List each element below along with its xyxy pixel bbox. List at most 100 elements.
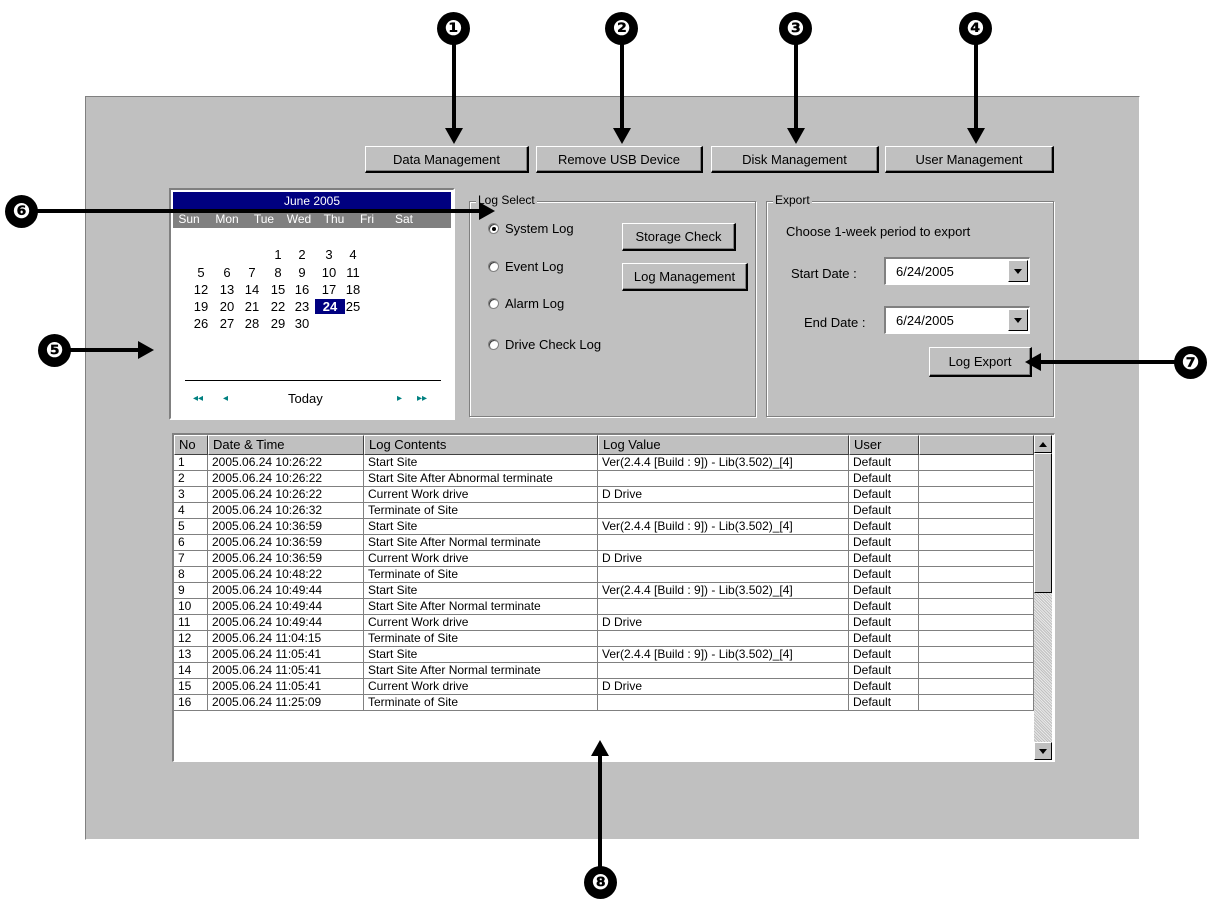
column-header-blank[interactable] [919,435,1034,455]
table-row[interactable]: 6 2005.06.24 10:36:59 Start Site After Nor… [174,535,1034,551]
callout-arrowhead-3 [787,128,805,144]
calendar-day[interactable]: 25 [342,299,364,314]
user-management-button[interactable]: User Management [885,146,1054,173]
table-row[interactable]: 1 2005.06.24 10:26:22 Start Site Ver(2.4.4 … [174,455,1034,471]
table-cell: Default [849,695,919,711]
log-table[interactable]: No Date & Time Log Contents Log Value User 1… [172,433,1055,762]
table-row[interactable]: 8 2005.06.24 10:48:22 Terminate of Site Def… [174,567,1034,583]
chevron-up-icon [1039,441,1047,447]
radio-button-icon[interactable] [488,298,499,309]
calendar-day[interactable]: 15 [267,282,289,297]
table-cell: Default [849,679,919,695]
vertical-scrollbar[interactable] [1034,435,1052,760]
calendar-day[interactable]: 6 [216,265,238,280]
table-cell: 2005.06.24 10:49:44 [208,615,364,631]
table-cell: D Drive [598,679,849,695]
table-cell: Default [849,551,919,567]
radio-button-icon[interactable] [488,339,499,350]
table-cell: 2005.06.24 10:48:22 [208,567,364,583]
column-header-date-time[interactable]: Date & Time [208,435,364,455]
calendar-day[interactable]: 9 [291,265,313,280]
callout-arrow-1 [452,44,456,130]
start-date-field[interactable]: 6/24/2005 [884,257,1030,285]
data-management-button[interactable]: Data Management [365,146,529,173]
remove-usb-device-button[interactable]: Remove USB Device [536,146,703,173]
weekday-tue: Tue [253,212,275,226]
column-header-no[interactable]: No [174,435,208,455]
table-row[interactable]: 3 2005.06.24 10:26:22 Current Work drive D … [174,487,1034,503]
column-header-log-contents[interactable]: Log Contents [364,435,598,455]
radio-system-log[interactable]: System Log [488,221,574,236]
callout-arrowhead-6 [479,202,495,220]
calendar-day[interactable]: 13 [216,282,238,297]
calendar-day[interactable]: 29 [267,316,289,331]
storage-check-button[interactable]: Storage Check [622,223,736,251]
radio-button-icon[interactable] [488,261,499,272]
table-row[interactable]: 9 2005.06.24 10:49:44 Start Site Ver(2.4.4 … [174,583,1034,599]
calendar-day[interactable]: 12 [190,282,212,297]
calendar-day[interactable]: 19 [190,299,212,314]
table-cell: 2 [174,471,208,487]
end-date-field[interactable]: 6/24/2005 [884,306,1030,334]
calendar-day[interactable]: 17 [318,282,340,297]
calendar-day[interactable]: 27 [216,316,238,331]
table-row[interactable]: 7 2005.06.24 10:36:59 Current Work drive D … [174,551,1034,567]
log-management-button[interactable]: Log Management [622,263,748,291]
scroll-down-button[interactable] [1034,742,1052,760]
table-row[interactable]: 16 2005.06.24 11:25:09 Terminate of Site De… [174,695,1034,711]
calendar-day[interactable]: 20 [216,299,238,314]
calendar-day[interactable]: 30 [291,316,313,331]
scrollbar-thumb[interactable] [1034,453,1052,593]
calendar-next-month-icon[interactable]: ▸ [397,393,402,404]
calendar-day[interactable]: 1 [267,247,289,262]
calendar-day[interactable]: 10 [318,265,340,280]
calendar-day[interactable]: 3 [318,247,340,262]
calendar[interactable]: June 2005 Sun Mon Tue Wed Thu Fri Sat 12345678… [169,188,455,420]
column-header-log-value[interactable]: Log Value [598,435,849,455]
calendar-day[interactable]: 21 [241,299,263,314]
radio-alarm-log[interactable]: Alarm Log [488,296,564,311]
table-row[interactable]: 5 2005.06.24 10:36:59 Start Site Ver(2.4.4 … [174,519,1034,535]
column-header-user[interactable]: User [849,435,919,455]
calendar-day[interactable]: 26 [190,316,212,331]
export-hint: Choose 1-week period to export [786,224,971,239]
table-cell: Default [849,487,919,503]
disk-management-button[interactable]: Disk Management [711,146,879,173]
calendar-day[interactable]: 7 [241,265,263,280]
calendar-day[interactable]: 14 [241,282,263,297]
table-row[interactable]: 11 2005.06.24 10:49:44 Current Work drive D… [174,615,1034,631]
calendar-day[interactable]: 28 [241,316,263,331]
table-row[interactable]: 2 2005.06.24 10:26:22 Start Site After Abn… [174,471,1034,487]
log-export-button[interactable]: Log Export [929,347,1032,377]
calendar-next-year-icon[interactable]: ▸▸ [417,393,427,404]
calendar-day[interactable]: 18 [342,282,364,297]
calendar-day[interactable]: 11 [342,265,364,280]
radio-button-icon[interactable] [488,223,499,234]
calendar-day[interactable]: 16 [291,282,313,297]
calendar-day-selected[interactable]: 24 [315,299,345,314]
table-cell [919,455,1034,471]
calendar-day[interactable]: 4 [342,247,364,262]
radio-drive-check-log[interactable]: Drive Check Log [488,337,601,352]
table-row[interactable]: 10 2005.06.24 10:49:44 Start Site After No… [174,599,1034,615]
table-cell [919,503,1034,519]
table-cell: Default [849,663,919,679]
table-row[interactable]: 15 2005.06.24 11:05:41 Current Work drive D… [174,679,1034,695]
radio-event-log[interactable]: Event Log [488,259,564,274]
calendar-prev-year-icon[interactable]: ◂◂ [193,393,203,404]
calendar-prev-month-icon[interactable]: ◂ [223,393,228,404]
calendar-day[interactable]: 5 [190,265,212,280]
table-row[interactable]: 12 2005.06.24 11:04:15 Terminate of Site De… [174,631,1034,647]
calendar-day[interactable]: 8 [267,265,289,280]
start-date-dropdown-button[interactable] [1008,260,1028,282]
calendar-today-link[interactable]: Today [288,391,323,406]
table-row[interactable]: 14 2005.06.24 11:05:41 Start Site After No… [174,663,1034,679]
table-row[interactable]: 4 2005.06.24 10:26:32 Terminate of Site Def… [174,503,1034,519]
calendar-day[interactable]: 2 [291,247,313,262]
callout-badge-3: ❸ [779,12,812,45]
table-row[interactable]: 13 2005.06.24 11:05:41 Start Site Ver(2.4.4… [174,647,1034,663]
calendar-day[interactable]: 22 [267,299,289,314]
calendar-day[interactable]: 23 [291,299,313,314]
end-date-dropdown-button[interactable] [1008,309,1028,331]
scroll-up-button[interactable] [1034,435,1052,453]
